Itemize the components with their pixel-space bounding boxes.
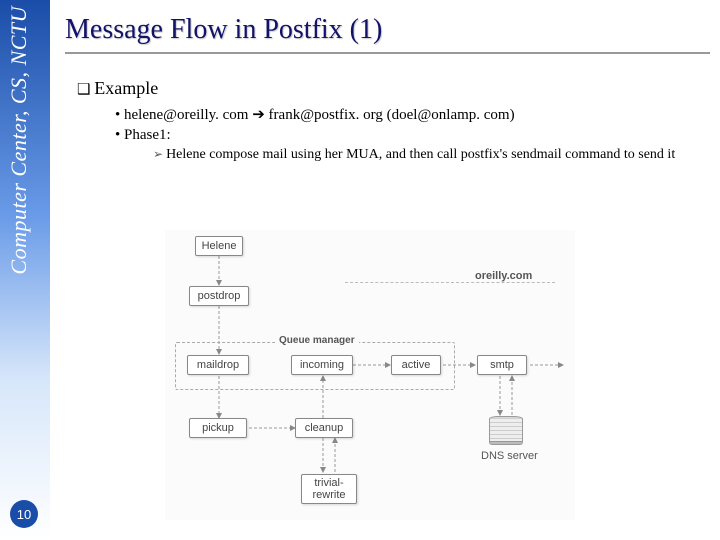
node-maildrop: maildrop [187, 355, 249, 375]
label-dns: DNS server [481, 450, 538, 462]
slide-content: Message Flow in Postfix (1) Example hele… [65, 14, 710, 165]
bullet-line1: helene@oreilly. com ➔ frank@postfix. org… [115, 105, 710, 124]
page-number-badge: 10 [10, 500, 38, 528]
label-oreilly: oreilly.com [475, 270, 532, 282]
page-title: Message Flow in Postfix (1) [65, 14, 710, 54]
oreilly-line [345, 282, 555, 283]
bullet-example: Example [77, 78, 710, 99]
node-incoming: incoming [291, 355, 353, 375]
node-trivial-rewrite: trivial- rewrite [301, 474, 357, 504]
dns-icon [489, 416, 523, 445]
node-helene: Helene [195, 236, 243, 256]
flow-diagram: Helene oreilly.com postdrop Queue manage… [165, 230, 575, 520]
sidebar: Computer Center, CS, NCTU [0, 0, 50, 540]
node-active: active [391, 355, 441, 375]
node-smtp: smtp [477, 355, 527, 375]
queue-manager-label: Queue manager [275, 335, 359, 346]
node-cleanup: cleanup [295, 418, 353, 438]
sidebar-org-text: Computer Center, CS, NCTU [6, 6, 32, 275]
bullet-line2: Phase1: [115, 127, 710, 144]
node-postdrop: postdrop [189, 286, 249, 306]
node-pickup: pickup [189, 418, 247, 438]
bullet-sub1: Helene compose mail using her MUA, and t… [153, 147, 710, 163]
